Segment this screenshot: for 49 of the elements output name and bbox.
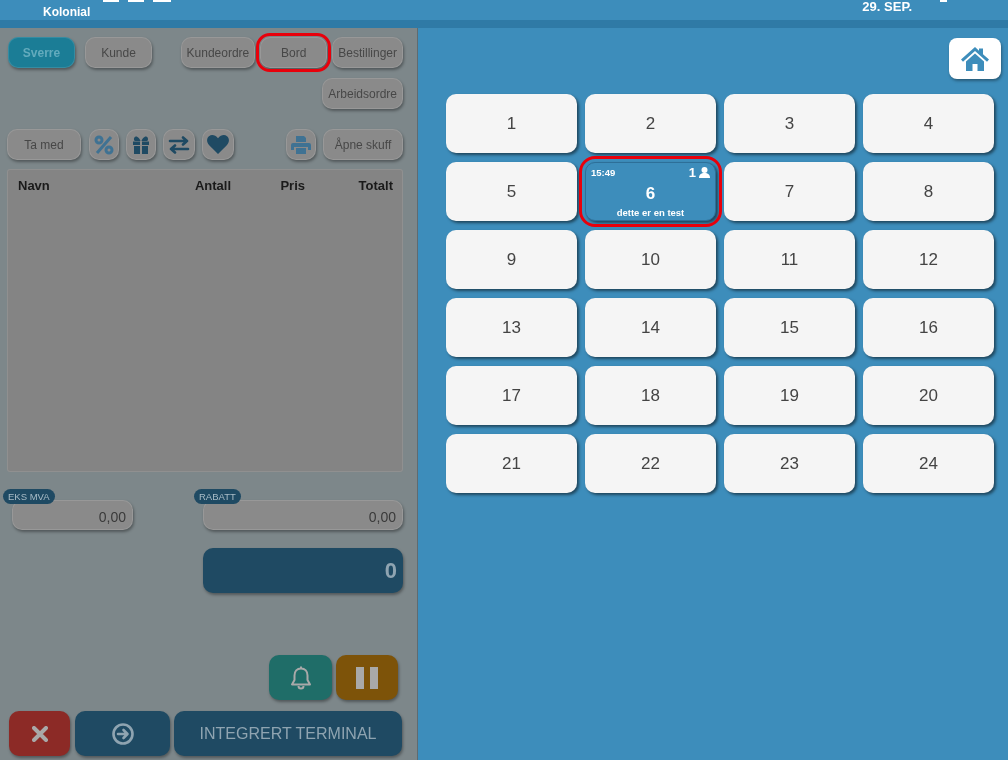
table-button[interactable]: 7 <box>724 162 855 221</box>
table-button[interactable]: 2 <box>585 94 716 153</box>
table-button[interactable]: 22 <box>585 434 716 493</box>
table-button[interactable]: 23 <box>724 434 855 493</box>
arrow-circle-icon <box>111 722 134 745</box>
table-button[interactable]: 14 <box>585 298 716 357</box>
guest-count: 1 <box>688 165 696 180</box>
percent-icon <box>94 134 114 155</box>
table-button[interactable]: 1 <box>446 94 577 153</box>
table-button[interactable]: 13 <box>446 298 577 357</box>
table-button[interactable]: 20 <box>863 366 994 425</box>
gift-icon <box>132 135 150 154</box>
table-button[interactable]: 4 <box>863 94 994 153</box>
column-header: Navn <box>18 178 51 193</box>
table-button[interactable]: 11 <box>724 230 855 289</box>
close-icon <box>31 725 48 742</box>
table-button[interactable]: 3 <box>724 94 855 153</box>
pause-icon <box>356 666 378 689</box>
printer-icon <box>291 135 311 154</box>
heart-icon <box>207 135 229 154</box>
home-icon <box>961 46 989 71</box>
excl-vat-field: 0,00 <box>12 500 133 530</box>
table-button[interactable]: 24 <box>863 434 994 493</box>
table-button[interactable]: 10 <box>585 230 716 289</box>
table-button[interactable]: 16 <box>863 298 994 357</box>
column-header: Totalt <box>357 178 393 193</box>
bell-icon <box>289 665 312 690</box>
table-button[interactable]: 19 <box>724 366 855 425</box>
table-button[interactable]: 17 <box>446 366 577 425</box>
table-button[interactable]: 12 <box>863 230 994 289</box>
table-button[interactable]: 9 <box>446 230 577 289</box>
two-arrows-icon <box>168 135 190 154</box>
table-button[interactable]: 8 <box>863 162 994 221</box>
field-label: RABATT <box>194 489 241 504</box>
table-button[interactable]: 18 <box>585 366 716 425</box>
note-text: dette er en test <box>616 207 685 218</box>
total-display: 0 <box>203 548 403 593</box>
column-header: Antall <box>193 178 231 193</box>
table-button[interactable]: 21 <box>446 434 577 493</box>
column-header: Pris <box>279 178 305 193</box>
person-icon <box>699 167 710 178</box>
table-button[interactable]: 5 <box>446 162 577 221</box>
discount-field: 0,00 <box>203 500 403 530</box>
field-label: EKS MVA <box>3 489 55 504</box>
table-button[interactable]: 15 <box>724 298 855 357</box>
store-name: Kolonial <box>43 4 91 20</box>
time-text: 15:49 <box>591 167 616 178</box>
home-button[interactable] <box>949 38 1001 79</box>
date-text: 29. SEP. <box>862 0 912 14</box>
